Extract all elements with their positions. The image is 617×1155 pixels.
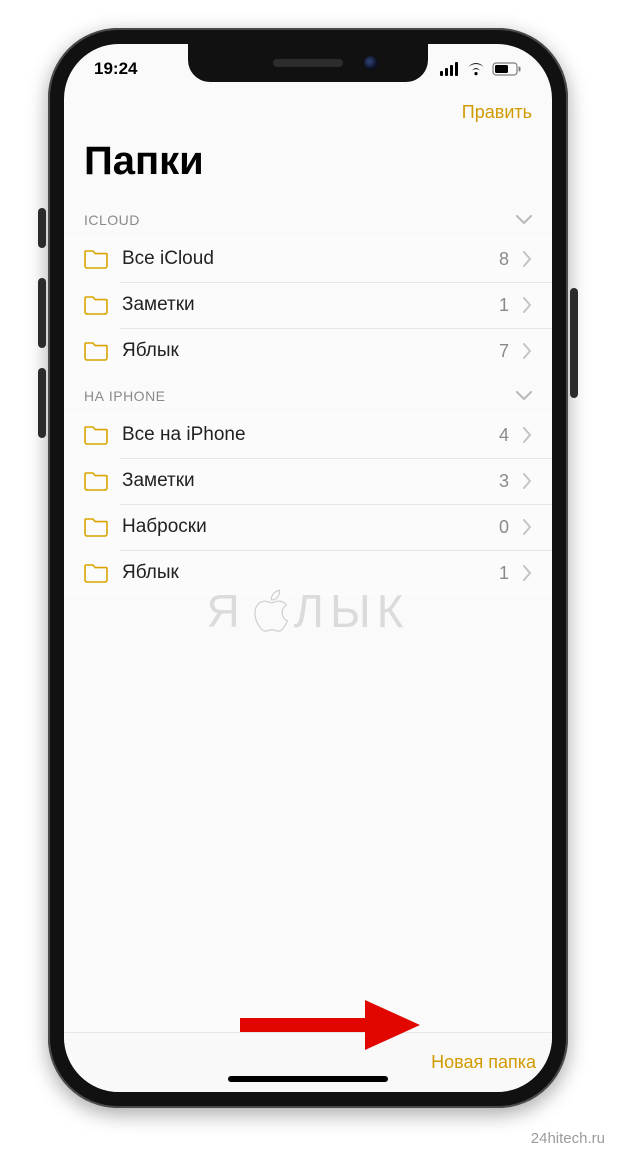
folder-icon	[84, 341, 108, 361]
section-title: НА IPHONE	[84, 388, 166, 404]
wifi-icon	[466, 62, 486, 76]
folder-row[interactable]: Яблык 7	[64, 328, 552, 374]
folder-row[interactable]: Все iCloud 8	[64, 236, 552, 282]
chevron-down-icon	[516, 391, 532, 401]
cellular-signal-icon	[440, 62, 460, 76]
section-title: ICLOUD	[84, 212, 140, 228]
folder-label: Заметки	[122, 294, 499, 316]
screen: 19:24 Править Папки	[64, 44, 552, 1092]
battery-icon	[492, 62, 522, 76]
folder-count: 3	[499, 471, 509, 492]
folder-icon	[84, 425, 108, 445]
folder-row[interactable]: Заметки 1	[64, 282, 552, 328]
bottom-toolbar: Новая папка	[64, 1032, 552, 1092]
folder-row[interactable]: Все на iPhone 4	[64, 412, 552, 458]
section-list-icloud: Все iCloud 8 Заметки 1	[64, 236, 552, 374]
folder-label: Все на iPhone	[122, 424, 499, 446]
folder-count: 1	[499, 295, 509, 316]
nav-bar: Править	[64, 94, 552, 129]
status-right-cluster	[440, 62, 522, 76]
folder-count: 7	[499, 341, 509, 362]
side-button-vol-up	[38, 278, 46, 348]
folder-label: Все iCloud	[122, 248, 499, 270]
section-list-iphone: Все на iPhone 4 Заметки 3	[64, 412, 552, 596]
chevron-right-icon	[523, 565, 532, 581]
folder-icon	[84, 249, 108, 269]
chevron-right-icon	[523, 297, 532, 313]
folder-label: Заметки	[122, 470, 499, 492]
side-button-vol-down	[38, 368, 46, 438]
chevron-right-icon	[523, 473, 532, 489]
status-time: 19:24	[94, 59, 137, 79]
chevron-right-icon	[523, 343, 532, 359]
notch	[188, 44, 428, 82]
new-folder-button[interactable]: Новая папка	[431, 1052, 536, 1073]
folder-count: 4	[499, 425, 509, 446]
side-button-mute	[38, 208, 46, 248]
folder-label: Наброски	[122, 516, 499, 538]
speaker-grill	[273, 59, 343, 67]
folder-label: Яблык	[122, 340, 499, 362]
section-header-iphone[interactable]: НА IPHONE	[64, 374, 552, 412]
folder-label: Яблык	[122, 562, 499, 584]
folder-icon	[84, 471, 108, 491]
folder-icon	[84, 295, 108, 315]
page-title: Папки	[64, 129, 552, 198]
edit-button[interactable]: Править	[462, 102, 532, 123]
folder-row[interactable]: Яблык 1	[64, 550, 552, 596]
phone-frame: 19:24 Править Папки	[48, 28, 568, 1108]
folder-count: 1	[499, 563, 509, 584]
site-attribution: 24hitech.ru	[531, 1130, 605, 1147]
page: 19:24 Править Папки	[0, 0, 617, 1155]
home-indicator[interactable]	[228, 1076, 388, 1082]
folder-list-scroll[interactable]: ICLOUD Все iCloud 8	[64, 198, 552, 1032]
chevron-right-icon	[523, 251, 532, 267]
folder-row[interactable]: Заметки 3	[64, 458, 552, 504]
section-header-icloud[interactable]: ICLOUD	[64, 198, 552, 236]
folder-row[interactable]: Наброски 0	[64, 504, 552, 550]
folder-count: 8	[499, 249, 509, 270]
chevron-right-icon	[523, 427, 532, 443]
folder-icon	[84, 563, 108, 583]
side-button-power	[570, 288, 578, 398]
chevron-down-icon	[516, 215, 532, 225]
front-camera	[364, 56, 378, 70]
folder-icon	[84, 517, 108, 537]
chevron-right-icon	[523, 519, 532, 535]
folder-count: 0	[499, 517, 509, 538]
